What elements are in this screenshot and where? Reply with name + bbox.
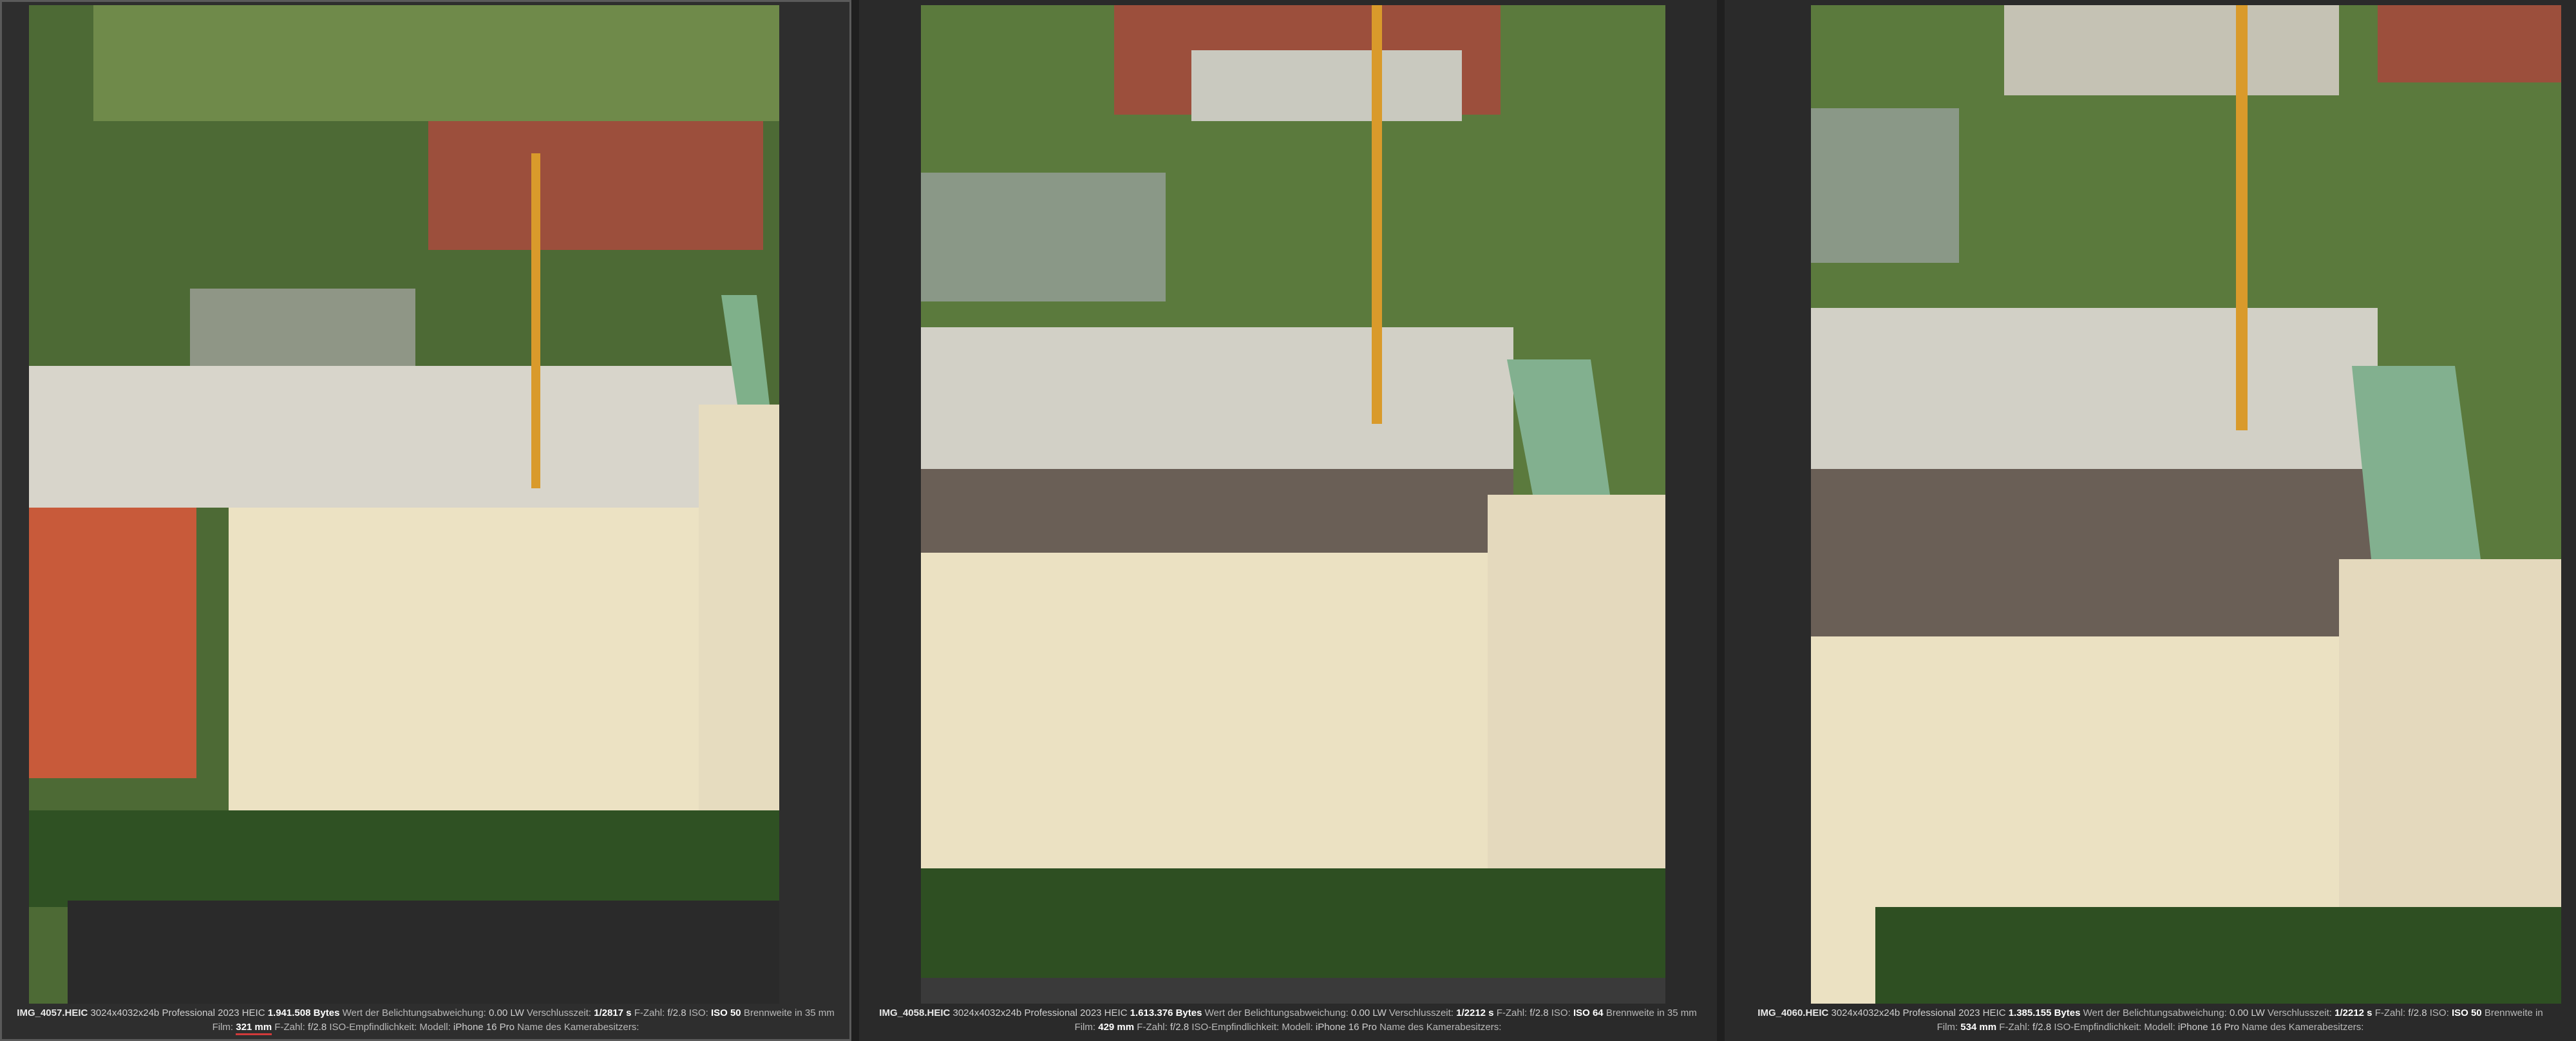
focal-length-value: 321 mm <box>236 1022 272 1035</box>
fnumber2-value: f/2.8 <box>307 1022 327 1033</box>
fnumber-label: F-Zahl: <box>2374 1008 2406 1018</box>
thumbnail-panel-3[interactable]: IMG_4060.HEIC 3024x4032x24b Professional… <box>1725 0 2576 1041</box>
iso-value: ISO 64 <box>1573 1008 1604 1018</box>
photo-thumbnail-3[interactable] <box>1811 5 2561 1004</box>
fnumber2-value: f/2.8 <box>1170 1022 1189 1033</box>
focal-length-value: 429 mm <box>1098 1022 1135 1033</box>
iso-value: ISO 50 <box>2451 1008 2482 1018</box>
exposure-value: 0.00 LW <box>489 1008 524 1018</box>
shutter-value: 1/2817 s <box>594 1008 632 1018</box>
filename: IMG_4060.HEIC <box>1757 1008 1829 1018</box>
iso-value: ISO 50 <box>710 1008 741 1018</box>
owner-label: Name des Kamerabesitzers: <box>1379 1022 1502 1033</box>
iso-label: ISO: <box>1551 1008 1571 1018</box>
photo-image-3 <box>1811 5 2561 1004</box>
shutter-value: 1/2212 s <box>2334 1008 2372 1018</box>
fnumber-label: F-Zahl: <box>1496 1008 1528 1018</box>
thumbnail-panel-2[interactable]: IMG_4058.HEIC 3024x4032x24b Professional… <box>859 0 1717 1041</box>
model-value: iPhone 16 Pro <box>1315 1022 1377 1033</box>
file-size: 1.941.508 Bytes <box>267 1008 340 1018</box>
shutter-label: Verschlusszeit: <box>526 1008 591 1018</box>
iso-sensitivity-label: ISO-Empfindlichkeit: <box>2054 1022 2142 1033</box>
iso-sensitivity-label: ISO-Empfindlichkeit: <box>1191 1022 1280 1033</box>
fnumber-label: F-Zahl: <box>634 1008 665 1018</box>
photo-caption-3: IMG_4060.HEIC 3024x4032x24b Professional… <box>1725 1006 2576 1035</box>
owner-label: Name des Kamerabesitzers: <box>2242 1022 2364 1033</box>
model-value: iPhone 16 Pro <box>453 1022 515 1033</box>
exposure-label: Wert der Belichtungsabweichung: <box>1204 1008 1349 1018</box>
software: Professional 2023 HEIC <box>1024 1008 1128 1018</box>
iso-label: ISO: <box>688 1008 708 1018</box>
exposure-label: Wert der Belichtungsabweichung: <box>342 1008 486 1018</box>
exposure-value: 0.00 LW <box>1351 1008 1387 1018</box>
owner-label: Name des Kamerabesitzers: <box>517 1022 639 1033</box>
fnumber2-label: F-Zahl: <box>1137 1022 1168 1033</box>
fnumber2-value: f/2.8 <box>2032 1022 2052 1033</box>
model-label: Modell: <box>2144 1022 2175 1033</box>
shutter-value: 1/2212 s <box>1456 1008 1494 1018</box>
model-value: iPhone 16 Pro <box>2177 1022 2239 1033</box>
resolution: 3024x4032x24b <box>952 1008 1022 1018</box>
photo-image-1 <box>29 5 779 1004</box>
fnumber2-label: F-Zahl: <box>274 1022 305 1033</box>
file-size: 1.385.155 Bytes <box>2008 1008 2081 1018</box>
photo-thumbnail-1[interactable] <box>29 5 779 1004</box>
focal35-label: Brennweite in 35 mm <box>1605 1008 1697 1018</box>
photo-thumbnail-2[interactable] <box>921 5 1665 1004</box>
photo-image-2 <box>921 5 1665 1004</box>
fnumber2-label: F-Zahl: <box>1999 1022 2030 1033</box>
iso-sensitivity-label: ISO-Empfindlichkeit: <box>329 1022 417 1033</box>
shutter-label: Verschlusszeit: <box>1388 1008 1454 1018</box>
thumbnail-panel-1[interactable]: IMG_4057.HEIC 3024x4032x24b Professional… <box>0 0 851 1041</box>
file-size: 1.613.376 Bytes <box>1130 1008 1202 1018</box>
focal-length-value: 534 mm <box>1960 1022 1997 1033</box>
filename: IMG_4057.HEIC <box>17 1008 88 1018</box>
software: Professional 2023 HEIC <box>1902 1008 2006 1018</box>
filename: IMG_4058.HEIC <box>879 1008 951 1018</box>
fnumber-value: f/2.8 <box>2408 1008 2427 1018</box>
film-label: Film: <box>1937 1022 1958 1033</box>
focal35-label: Brennweite in <box>2484 1008 2543 1018</box>
model-label: Modell: <box>1282 1022 1313 1033</box>
exposure-label: Wert der Belichtungsabweichung: <box>2083 1008 2227 1018</box>
software: Professional 2023 HEIC <box>162 1008 265 1018</box>
resolution: 3024x4032x24b <box>1831 1008 1900 1018</box>
exposure-value: 0.00 LW <box>2230 1008 2265 1018</box>
film-label: Film: <box>212 1022 234 1033</box>
shutter-label: Verschlusszeit: <box>2267 1008 2332 1018</box>
photo-caption-2: IMG_4058.HEIC 3024x4032x24b Professional… <box>859 1006 1717 1035</box>
resolution: 3024x4032x24b <box>90 1008 160 1018</box>
fnumber-value: f/2.8 <box>667 1008 687 1018</box>
photo-caption-1: IMG_4057.HEIC 3024x4032x24b Professional… <box>0 1006 851 1035</box>
model-label: Modell: <box>419 1022 451 1033</box>
film-label: Film: <box>1074 1022 1096 1033</box>
iso-label: ISO: <box>2429 1008 2449 1018</box>
fnumber-value: f/2.8 <box>1530 1008 1549 1018</box>
focal35-label: Brennweite in 35 mm <box>743 1008 835 1018</box>
